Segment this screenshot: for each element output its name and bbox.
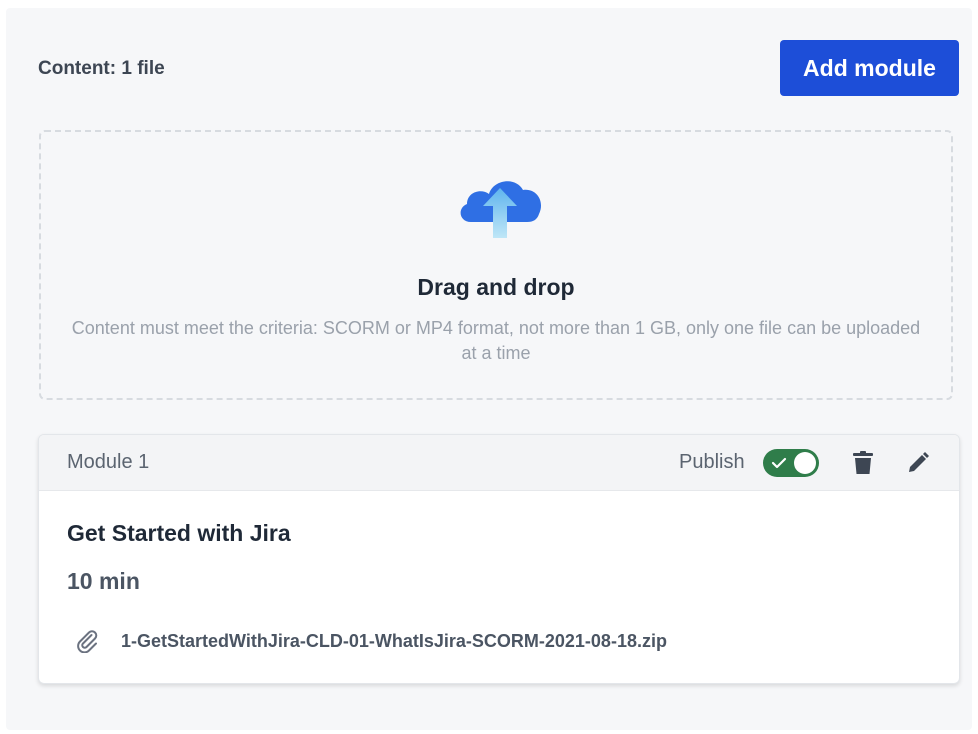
module-duration: 10 min bbox=[67, 568, 140, 594]
module-label: Module 1 bbox=[67, 451, 150, 473]
module-card: Module 1 Publish Get Started with Jira 1… bbox=[38, 434, 960, 684]
dropzone-description: Content must meet the criteria: SCORM or… bbox=[71, 318, 921, 363]
pencil-icon[interactable] bbox=[906, 451, 930, 475]
add-module-button[interactable]: Add module bbox=[780, 40, 959, 96]
toggle-knob bbox=[794, 452, 816, 474]
check-icon bbox=[771, 457, 787, 469]
trash-icon[interactable] bbox=[852, 451, 874, 475]
module-header: Module 1 Publish bbox=[39, 435, 959, 491]
content-count-label: Content: 1 file bbox=[38, 58, 165, 79]
content-panel: Content: 1 file Add module Drag and drop… bbox=[6, 8, 972, 730]
module-title: Get Started with Jira bbox=[67, 520, 291, 546]
paperclip-icon bbox=[77, 630, 98, 653]
file-dropzone[interactable]: Drag and drop Content must meet the crit… bbox=[39, 130, 953, 400]
dropzone-title: Drag and drop bbox=[417, 274, 575, 300]
attached-file-link[interactable]: 1-GetStartedWithJira-CLD-01-WhatIsJira-S… bbox=[121, 631, 667, 652]
publish-toggle[interactable] bbox=[763, 449, 819, 477]
publish-label: Publish bbox=[679, 451, 745, 473]
cloud-upload-icon bbox=[460, 181, 542, 238]
